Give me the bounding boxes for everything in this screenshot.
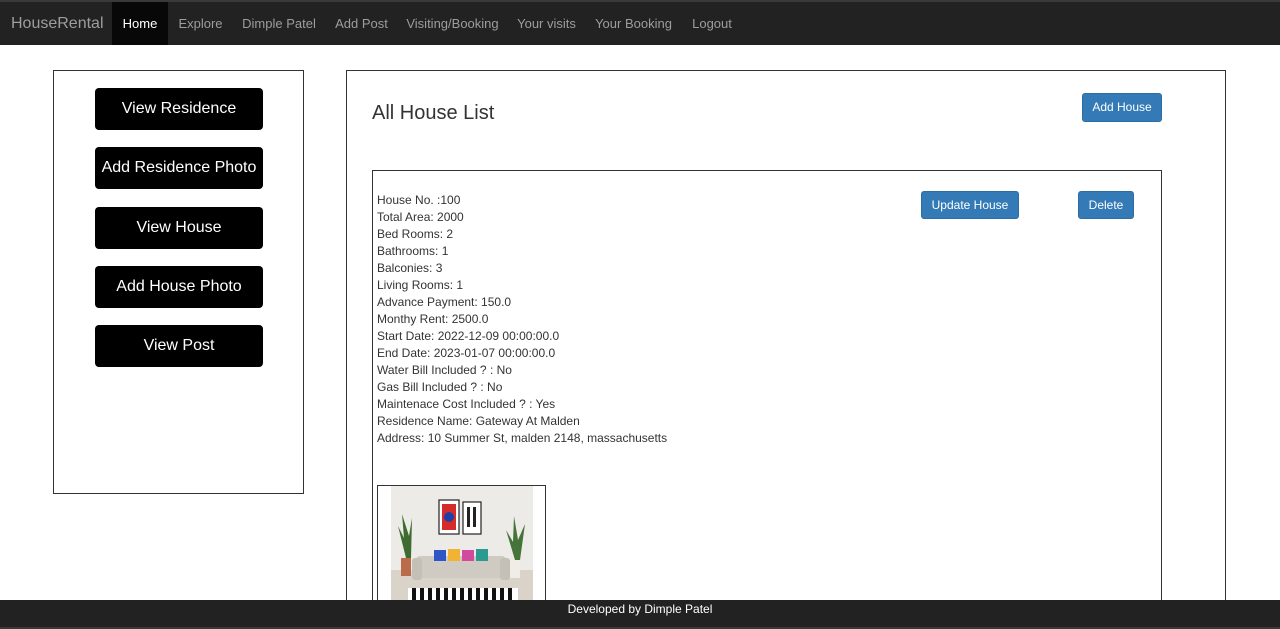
house-photo[interactable] <box>377 485 546 605</box>
delete-house-button[interactable]: Delete <box>1078 191 1134 219</box>
house-details: House No. :100 Total Area: 2000 Bed Room… <box>377 192 667 447</box>
detail-bed-rooms: Bed Rooms: 2 <box>377 227 454 241</box>
detail-living-rooms: Living Rooms: 1 <box>377 278 464 292</box>
nav-home[interactable]: Home <box>112 2 168 45</box>
view-residence-button[interactable]: View Residence <box>95 88 263 130</box>
living-room-image <box>378 486 545 604</box>
nav-your-booking[interactable]: Your Booking <box>586 2 681 45</box>
sidebar-panel: View Residence Add Residence Photo View … <box>53 70 304 494</box>
detail-start-date: Start Date: 2022-12-09 00:00:00.0 <box>377 329 560 343</box>
view-house-button[interactable]: View House <box>95 207 263 249</box>
update-house-button[interactable]: Update House <box>921 191 1019 219</box>
view-post-button[interactable]: View Post <box>95 325 263 367</box>
detail-end-date: End Date: 2023-01-07 00:00:00.0 <box>377 346 556 360</box>
detail-monthly-rent: Monthy Rent: 2500.0 <box>377 312 489 326</box>
detail-gas-bill: Gas Bill Included ? : No <box>377 380 503 394</box>
detail-maintenance-cost: Maintenace Cost Included ? : Yes <box>377 397 556 411</box>
nav-explore[interactable]: Explore <box>168 2 233 45</box>
detail-house-no: House No. :100 <box>377 193 461 207</box>
nav-your-visits[interactable]: Your visits <box>507 2 586 45</box>
page-title: All House List <box>372 102 495 124</box>
detail-water-bill: Water Bill Included ? : No <box>377 363 512 377</box>
add-residence-photo-button[interactable]: Add Residence Photo <box>95 147 263 189</box>
brand-link[interactable]: HouseRental <box>11 2 104 45</box>
add-house-photo-button[interactable]: Add House Photo <box>95 266 263 308</box>
nav-logout[interactable]: Logout <box>681 2 743 45</box>
detail-address: Address: 10 Summer St, malden 2148, mass… <box>377 431 668 445</box>
nav-profile[interactable]: Dimple Patel <box>233 2 325 45</box>
nav-visiting-booking[interactable]: Visiting/Booking <box>398 2 507 45</box>
detail-total-area: Total Area: 2000 <box>377 210 464 224</box>
footer-text: Developed by Dimple Patel <box>567 602 713 616</box>
detail-advance-payment: Advance Payment: 150.0 <box>377 295 512 309</box>
detail-balconies: Balconies: 3 <box>377 261 443 275</box>
add-house-button[interactable]: Add House <box>1082 93 1162 122</box>
footer: Developed by Dimple Patel <box>0 600 1280 629</box>
detail-residence-name: Residence Name: Gateway At Malden <box>377 414 580 428</box>
detail-bathrooms: Bathrooms: 1 <box>377 244 449 258</box>
nav-add-post[interactable]: Add Post <box>325 2 398 45</box>
top-navbar: HouseRental Home Explore Dimple Patel Ad… <box>0 0 1280 45</box>
